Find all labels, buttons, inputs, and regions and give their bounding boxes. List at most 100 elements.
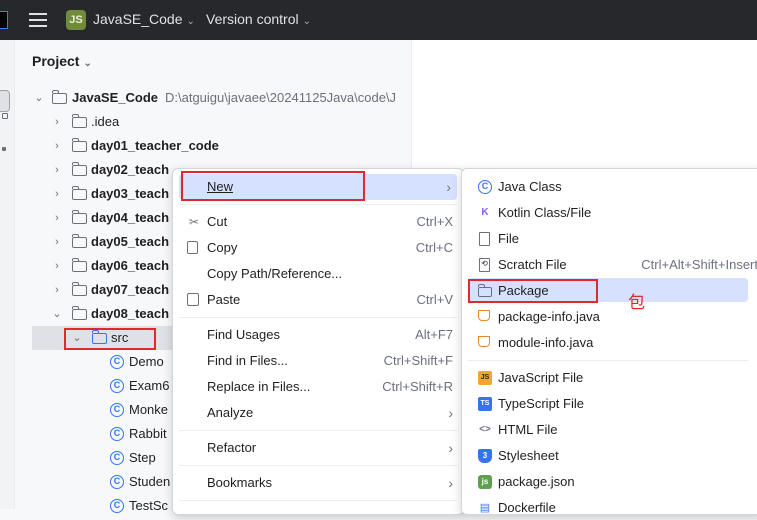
kotlin-icon: K (481, 207, 489, 218)
src-annotation-box (64, 328, 156, 350)
module-folder-icon (72, 306, 87, 320)
module-folder-icon (72, 162, 87, 176)
scratch-file-icon: ⟲ (479, 258, 490, 272)
title-bar: JS JavaSE_Code ⌄ Version control ⌄ (0, 0, 757, 40)
menu-separator (179, 465, 457, 466)
annotation-text: 包 (628, 293, 645, 312)
project-switcher[interactable]: JavaSE_Code ⌄ (93, 11, 195, 27)
docker-icon: ▤ (479, 502, 491, 514)
submenu-item-scratch-file[interactable]: ⟲ Scratch File Ctrl+Alt+Shift+Insert (478, 253, 757, 277)
java-class-icon: C (110, 403, 124, 417)
submenu-item-dockerfile[interactable]: ▤ Dockerfile (478, 496, 748, 520)
menu-item-label: Paste (207, 292, 241, 307)
submenu-item-label: module-info.java (498, 335, 594, 350)
tree-item-label: day08_teach (91, 306, 170, 321)
submenu-item-javascript[interactable]: JS JavaScript File (478, 366, 748, 390)
chevron-right-icon: › (55, 284, 59, 296)
project-tool-icon[interactable] (0, 90, 10, 112)
menu-item-analyze[interactable]: Analyze › (187, 401, 453, 425)
menu-item-cut[interactable]: ✂ Cut Ctrl+X (187, 210, 453, 234)
tree-item-label: day05_teach (91, 234, 170, 249)
tree-item-label: Exam6 (129, 378, 170, 393)
tree-item-label: Studen (129, 474, 171, 489)
more-tools-icon[interactable] (2, 147, 6, 151)
submenu-item-label: Dockerfile (498, 500, 556, 515)
root-name: JavaSE_Code (72, 90, 158, 105)
chevron-right-icon: › (448, 405, 453, 421)
menu-separator (179, 204, 457, 205)
module-folder-icon (72, 210, 87, 224)
submenu-item-label: package-info.java (498, 309, 600, 324)
chevron-down-icon: ⌄ (186, 16, 195, 27)
menu-item-label: Replace in Files... (207, 379, 311, 394)
java-class-icon: C (110, 427, 124, 441)
submenu-item-kotlin[interactable]: K Kotlin Class/File (478, 201, 748, 225)
menu-item-label: Refactor (207, 440, 257, 455)
submenu-item-typescript[interactable]: TS TypeScript File (478, 392, 748, 416)
context-menu: New › ✂ Cut Ctrl+X Copy Ctrl+C Copy Path… (172, 168, 464, 515)
menu-item-shortcut: Alt+F7 (415, 327, 453, 342)
submenu-item-java-class[interactable]: C Java Class (478, 175, 748, 199)
menu-item-paste[interactable]: Paste Ctrl+V (187, 288, 453, 312)
tree-root[interactable]: ⌄ JavaSE_Code D:\atguigu\javaee\20241125… (34, 86, 412, 110)
html-icon: <> (479, 424, 491, 435)
menu-item-label: Cut (207, 214, 228, 229)
menu-item-find-in-files[interactable]: Find in Files... Ctrl+Shift+F (187, 349, 453, 373)
scissors-icon: ✂ (188, 215, 200, 229)
menu-item-label: Find in Files... (207, 353, 288, 368)
project-name: JavaSE_Code (93, 11, 183, 27)
tree-item-label: day06_teach (91, 258, 170, 273)
tree-item-label: day03_teach (91, 186, 170, 201)
tool-window-strip (0, 40, 15, 509)
menu-item-shortcut: Ctrl+Shift+R (382, 379, 453, 394)
menu-item-refactor[interactable]: Refactor › (187, 436, 453, 460)
submenu-item-module-info[interactable]: module-info.java (478, 331, 748, 355)
project-badge[interactable]: JS (66, 10, 86, 30)
folder-icon (52, 90, 67, 104)
menu-item-label: Copy Path/Reference... (207, 266, 343, 281)
app-logo-icon (0, 11, 8, 29)
version-control-label: Version control (206, 11, 299, 27)
tree-item-label: Step (129, 450, 156, 465)
java-class-icon: C (110, 379, 124, 393)
menu-item-replace-in-files[interactable]: Replace in Files... Ctrl+Shift+R (187, 375, 453, 399)
submenu-item-html[interactable]: <> HTML File (478, 418, 748, 442)
menu-item-find-usages[interactable]: Find Usages Alt+F7 (187, 323, 453, 347)
submenu-item-label: Java Class (498, 179, 562, 194)
submenu-item-package-info[interactable]: package-info.java (478, 305, 748, 329)
structure-tool-icon[interactable] (2, 113, 8, 119)
chevron-right-icon: › (55, 140, 59, 152)
submenu-item-stylesheet[interactable]: 3 Stylesheet (478, 444, 748, 468)
new-submenu: C Java Class K Kotlin Class/File File ⟲ … (461, 168, 757, 515)
menu-item-bookmarks[interactable]: Bookmarks › (187, 471, 453, 495)
javascript-icon: JS (478, 371, 492, 385)
menu-item-shortcut: Ctrl+Shift+F (383, 353, 453, 368)
typescript-icon: TS (478, 397, 492, 411)
chevron-right-icon: › (55, 164, 59, 176)
tree-item-label: day02_teach (91, 162, 170, 177)
tree-item-label: TestSc (129, 498, 169, 513)
chevron-down-icon: ⌄ (302, 16, 311, 27)
menu-separator (179, 430, 457, 431)
tree-item-label: Demo (129, 354, 164, 369)
menu-item-copy-path[interactable]: Copy Path/Reference... (187, 262, 453, 286)
submenu-item-label: TypeScript File (498, 396, 584, 411)
chevron-right-icon: › (55, 260, 59, 272)
menu-item-copy[interactable]: Copy Ctrl+C (187, 236, 453, 260)
chevron-right-icon: › (448, 440, 453, 456)
java-file-icon (478, 310, 490, 321)
project-panel-title[interactable]: Project ⌄ (32, 53, 92, 69)
menu-item-shortcut: Ctrl+X (416, 214, 453, 229)
submenu-item-package-json[interactable]: js package.json (478, 470, 748, 494)
menu-item-shortcut: Ctrl+V (416, 292, 453, 307)
module-folder-icon (72, 186, 87, 200)
main-menu-icon[interactable] (29, 13, 47, 27)
module-folder-icon (72, 138, 87, 152)
version-control-menu[interactable]: Version control ⌄ (206, 11, 311, 27)
menu-item-label: Analyze (207, 405, 254, 420)
package-annotation-box (468, 279, 598, 303)
menu-separator (179, 317, 457, 318)
chevron-down-icon: ⌄ (34, 92, 44, 104)
submenu-item-file[interactable]: File (478, 227, 748, 251)
submenu-item-label: Stylesheet (498, 448, 559, 463)
